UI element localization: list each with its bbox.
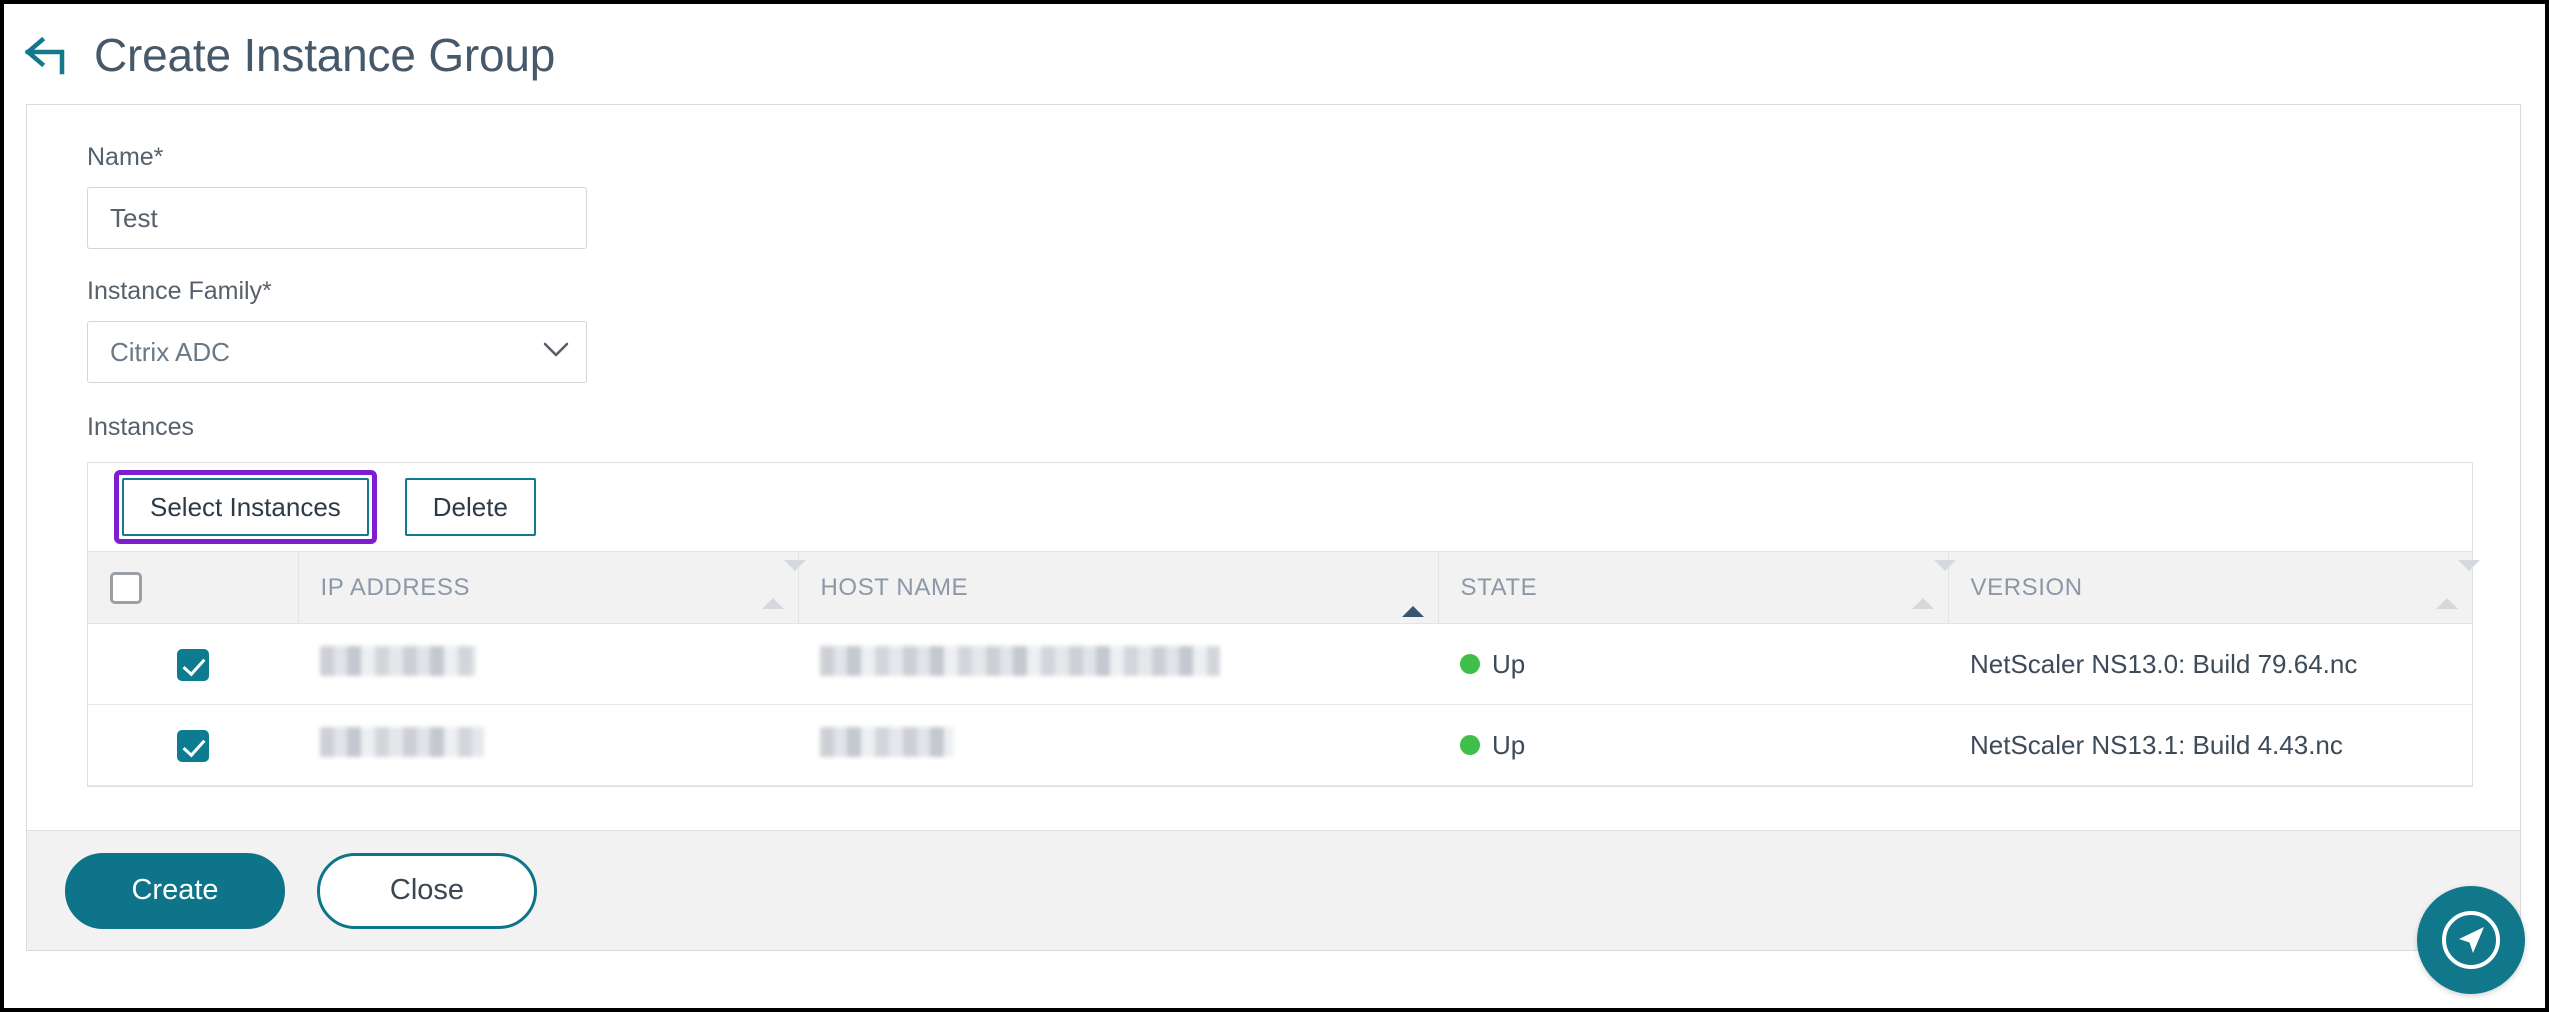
table-header-row: IP ADDRESS HOST NAME STATE VERSION bbox=[88, 551, 2480, 624]
select-instances-highlight: Select Instances bbox=[114, 470, 377, 544]
page-header: Create Instance Group bbox=[4, 4, 2545, 104]
instance-family-label: Instance Family* bbox=[87, 277, 272, 305]
redacted-ip-address bbox=[320, 726, 484, 757]
cell-state: Up bbox=[1438, 623, 1948, 705]
page-title: Create Instance Group bbox=[94, 29, 556, 81]
column-label-version: VERSION bbox=[1970, 573, 2083, 601]
column-label-ip-address: IP ADDRESS bbox=[320, 573, 471, 601]
name-input[interactable] bbox=[87, 187, 587, 249]
cell-version: NetScaler NS13.0: Build 79.64.nc bbox=[1948, 623, 2472, 705]
column-label-host-name: HOST NAME bbox=[820, 573, 969, 601]
select-instances-button[interactable]: Select Instances bbox=[122, 478, 369, 536]
card-body: Name* Instance Family* Instances bbox=[27, 105, 2520, 830]
row-select-cell bbox=[88, 704, 298, 786]
create-instance-group-card: Name* Instance Family* Instances bbox=[26, 104, 2521, 951]
cell-ip-address bbox=[298, 623, 798, 705]
row-checkbox[interactable] bbox=[177, 648, 209, 681]
create-button[interactable]: Create bbox=[65, 852, 285, 929]
column-label-state: STATE bbox=[1460, 573, 1538, 601]
instance-family-field-group: Instance Family* bbox=[87, 279, 2520, 383]
instances-table: IP ADDRESS HOST NAME STATE VERSION Up Ne… bbox=[88, 551, 2480, 786]
column-header-state[interactable]: STATE bbox=[1438, 551, 1956, 624]
sort-icon-version[interactable] bbox=[2436, 559, 2480, 609]
column-header-host-name[interactable]: HOST NAME bbox=[798, 551, 1439, 624]
table-header: IP ADDRESS HOST NAME STATE VERSION bbox=[88, 551, 2480, 624]
table-toolbar: Select Instances Delete bbox=[88, 463, 2472, 551]
cell-state: Up bbox=[1438, 704, 1948, 786]
cell-ip-address bbox=[298, 704, 798, 786]
name-label: Name* bbox=[87, 143, 164, 171]
cell-host-name bbox=[798, 704, 1438, 786]
sort-icon-state[interactable] bbox=[1911, 559, 1956, 609]
column-header-version[interactable]: VERSION bbox=[1948, 551, 2480, 624]
name-field-group: Name* bbox=[87, 145, 2520, 249]
row-checkbox[interactable] bbox=[177, 729, 209, 762]
status-dot-up-icon bbox=[1460, 735, 1480, 755]
card-footer: Create Close bbox=[27, 830, 2520, 950]
back-arrow-icon[interactable] bbox=[24, 34, 72, 76]
redacted-host-name bbox=[820, 645, 1220, 676]
delete-button[interactable]: Delete bbox=[404, 478, 536, 536]
cell-host-name bbox=[798, 623, 1438, 705]
select-all-checkbox[interactable] bbox=[110, 571, 142, 604]
close-button[interactable]: Close bbox=[317, 852, 537, 929]
redacted-host-name bbox=[820, 726, 954, 757]
column-header-select-all bbox=[88, 551, 299, 624]
cell-version: NetScaler NS13.1: Build 4.43.nc bbox=[1948, 704, 2472, 786]
row-select-cell bbox=[88, 623, 298, 705]
status-badge: Up bbox=[1492, 729, 1526, 760]
navigation-arrow-icon bbox=[2442, 911, 2500, 969]
instances-section-label: Instances bbox=[87, 413, 195, 441]
table-row[interactable]: Up NetScaler NS13.1: Build 4.43.nc bbox=[88, 704, 2472, 786]
status-dot-up-icon bbox=[1460, 654, 1480, 674]
navigation-fab-button[interactable] bbox=[2417, 886, 2525, 994]
table-row[interactable]: Up NetScaler NS13.0: Build 79.64.nc bbox=[88, 623, 2472, 705]
screenshot-frame: Create Instance Group Name* Instance Fam… bbox=[0, 0, 2549, 1012]
table-body: Up NetScaler NS13.0: Build 79.64.nc Up N… bbox=[88, 623, 2472, 786]
status-badge: Up bbox=[1492, 648, 1526, 679]
sort-icon-host-name-ascending[interactable] bbox=[1401, 578, 1424, 617]
column-header-ip-address[interactable]: IP ADDRESS bbox=[298, 551, 806, 624]
instances-table-container: Select Instances Delete IP ADDRESS HOST … bbox=[87, 462, 2480, 787]
sort-icon-ip-address[interactable] bbox=[761, 559, 806, 609]
instance-family-select[interactable] bbox=[87, 321, 587, 383]
redacted-ip-address bbox=[320, 645, 476, 676]
